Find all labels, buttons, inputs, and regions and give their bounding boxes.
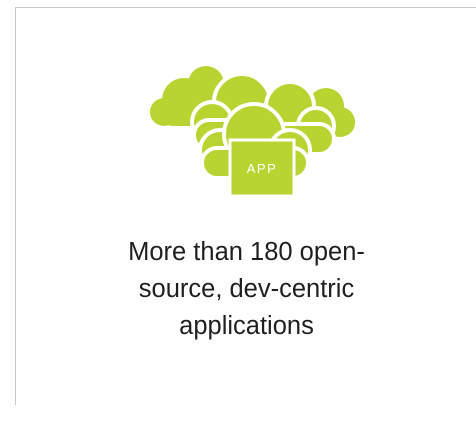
feature-card: APP More than 180 open- source, dev-cent… bbox=[15, 7, 476, 405]
cloud-apps-icon: APP bbox=[150, 64, 358, 200]
feature-caption: More than 180 open- source, dev-centric … bbox=[16, 234, 476, 345]
caption-line-2: source, dev-centric bbox=[138, 275, 355, 303]
caption-line-3: applications bbox=[179, 312, 314, 340]
app-badge-label: APP bbox=[247, 161, 278, 176]
caption-line-1: More than 180 open- bbox=[128, 238, 365, 266]
